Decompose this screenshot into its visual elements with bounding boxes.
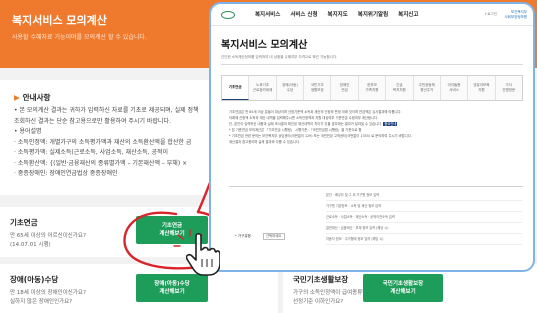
main-nav: 복지서비스 서비스 신청 복지지도 복지위기알림 복지신고 bbox=[255, 10, 418, 18]
tab-emergency-support[interactable]: 긴급 복지지원 bbox=[386, 76, 414, 100]
guide-line: · 소득평가액: 실제소득(근로소득, 사업소득, 재산소득, 공적이 bbox=[14, 149, 169, 156]
tab-single-parent[interactable]: 한부모 가족지원 bbox=[358, 76, 387, 100]
card-title: 국민기초생활보장 bbox=[293, 275, 349, 284]
hand-cursor-icon bbox=[186, 232, 220, 276]
simulation-popup: 복지서비스 서비스 신청 복지지도 복지위기알림 복지신고 +로그인 보건복지부… bbox=[209, 2, 535, 272]
site-topbar: 복지서비스 서비스 신청 복지지도 복지위기알림 복지신고 +로그인 보건복지부… bbox=[211, 4, 533, 26]
popup-title: 복지서비스 모의계산 bbox=[221, 40, 308, 51]
page-title: 복지서비스 모의계산 bbox=[12, 14, 107, 27]
divider bbox=[221, 64, 523, 65]
form-row: 일반재산 · 금융재산 · 부채 정보 입력 (해당 시) bbox=[326, 223, 522, 234]
card-description: 만 65세 이상의 어르신이신가요? (14.07.01 시행) bbox=[10, 233, 86, 248]
guide-line: 조회하신 결과는 단순 참고용으로만 활용하여 주시기 바랍니다. bbox=[14, 117, 171, 125]
tab-home-nursing[interactable]: 가사 간병방문 bbox=[495, 76, 522, 100]
guide-line: • 용어설명 bbox=[14, 128, 42, 135]
card-description: 가구의 소득인정액이 급여종류별 선정기준 이하인가요? bbox=[293, 290, 368, 305]
tab-basic-pension[interactable]: 기초연금 bbox=[222, 76, 250, 100]
household-type-select[interactable]: 선택하세요 bbox=[263, 233, 285, 240]
calc-basic-livelihood-button[interactable]: 국민기초생활보장 계산해보기 bbox=[363, 274, 443, 302]
tab-basic-livelihood[interactable]: 국민기초 생활보장 bbox=[304, 76, 332, 100]
card-title: 장애(아동)수당 bbox=[10, 275, 59, 284]
form-rows: 본인 · 배우자 및 그 외 가구원 정보 입력 가구원 기본정보 · 소득 및… bbox=[326, 190, 522, 245]
card-description: 만 18세 이상의 장애인이신가요? 실하지 않은 장애인인가요? bbox=[10, 290, 86, 305]
tab-disability-allowance[interactable]: 장애(아동) 수당 bbox=[276, 76, 305, 100]
nav-welfare-services[interactable]: 복지서비스 bbox=[255, 10, 280, 18]
ministry-brand: 보건복지부 사회보장정보원 bbox=[504, 10, 527, 19]
form-row: 본인 · 배우자 및 그 외 가구원 정보 입력 bbox=[326, 190, 522, 201]
card-title: 기초연금 bbox=[10, 218, 38, 227]
guide-lines: • 본 모의계산 결과는 귀하가 입력하신 자료를 기초로 제공되며, 실제 정… bbox=[14, 106, 199, 180]
form-row: 근로소득 · 사업소득 · 재산소득 · 공적이전소득 입력 bbox=[326, 212, 522, 223]
popup-subtitle: 간단한 소득재산정보를 입력하여 내 상황을 수혜여부 자격으로 확인 가능합니… bbox=[221, 55, 338, 59]
guide-title: ▶ 안내사항 bbox=[14, 93, 51, 102]
note-highlight[interactable]: 중요안내 bbox=[383, 122, 398, 126]
nav-welfare-report[interactable]: 복지신고 bbox=[398, 10, 418, 18]
nav-service-apply[interactable]: 서비스 신청 bbox=[290, 10, 317, 18]
service-tabs: 기초연금 노후기초 근로장려세제 장애(아동) 수당 국민기초 생활보장 장애인… bbox=[221, 75, 523, 101]
household-type-label: * 가구유형 bbox=[235, 234, 251, 238]
guide-line: • 본 모의계산 결과는 귀하가 입력하신 자료를 기초로 제공되며, 실제 정… bbox=[14, 107, 199, 114]
tab-child-care[interactable]: 아이돌봄 서비스 bbox=[440, 76, 469, 100]
calc-disability-allowance-button[interactable]: 장애(아동)수당 계산해보기 bbox=[136, 274, 208, 302]
nav-welfare-map[interactable]: 복지지도 bbox=[328, 10, 348, 18]
guide-line: · 중증장애인: 장애인연금법상 중증장애인 bbox=[14, 170, 118, 177]
notes-block: 기초연금은 만 65세 이상 분들이 대상이며 선정기준액 소득과 재산의 인정… bbox=[229, 109, 521, 145]
form-row: 자동차 정보 · 주거형태 정보 입력 (해당 시) bbox=[326, 234, 522, 245]
guide-line: · 소득환산액: {(일반·금융재산의 종류별가액 – 기본재산액 – 부채) … bbox=[14, 159, 188, 167]
site-logo-icon[interactable] bbox=[221, 11, 235, 19]
required-mark: * bbox=[235, 234, 237, 238]
tab-infant-care[interactable]: 영유아보육 지원 bbox=[468, 76, 496, 100]
form-row: 가구원 기본정보 · 소득 및 재산 정보 입력 bbox=[326, 201, 522, 212]
note-line: 계산결과 참고용이며 실제 결과와 다를 수 있습니다. bbox=[229, 140, 301, 144]
tab-youth-housing[interactable]: 주민공동체 청년주거 bbox=[413, 76, 441, 100]
nav-crisis-alert[interactable]: 복지위기알림 bbox=[358, 10, 388, 18]
bullet-icon: ▶ bbox=[14, 93, 20, 102]
guide-line: · 소득인정액: 개별가구의 소득평가액과 재산의 소득환산액을 합산한 금 bbox=[14, 138, 192, 146]
tab-earned-income-credit[interactable]: 노후기초 근로장려세제 bbox=[249, 76, 277, 100]
page-subtitle: 사용할 수혜자료 기능이며를 모의계산 할 수 있습니다. bbox=[12, 34, 147, 41]
login-link[interactable]: +로그인 bbox=[484, 12, 497, 17]
tab-disability-pension[interactable]: 장애인 연금 bbox=[331, 76, 359, 100]
